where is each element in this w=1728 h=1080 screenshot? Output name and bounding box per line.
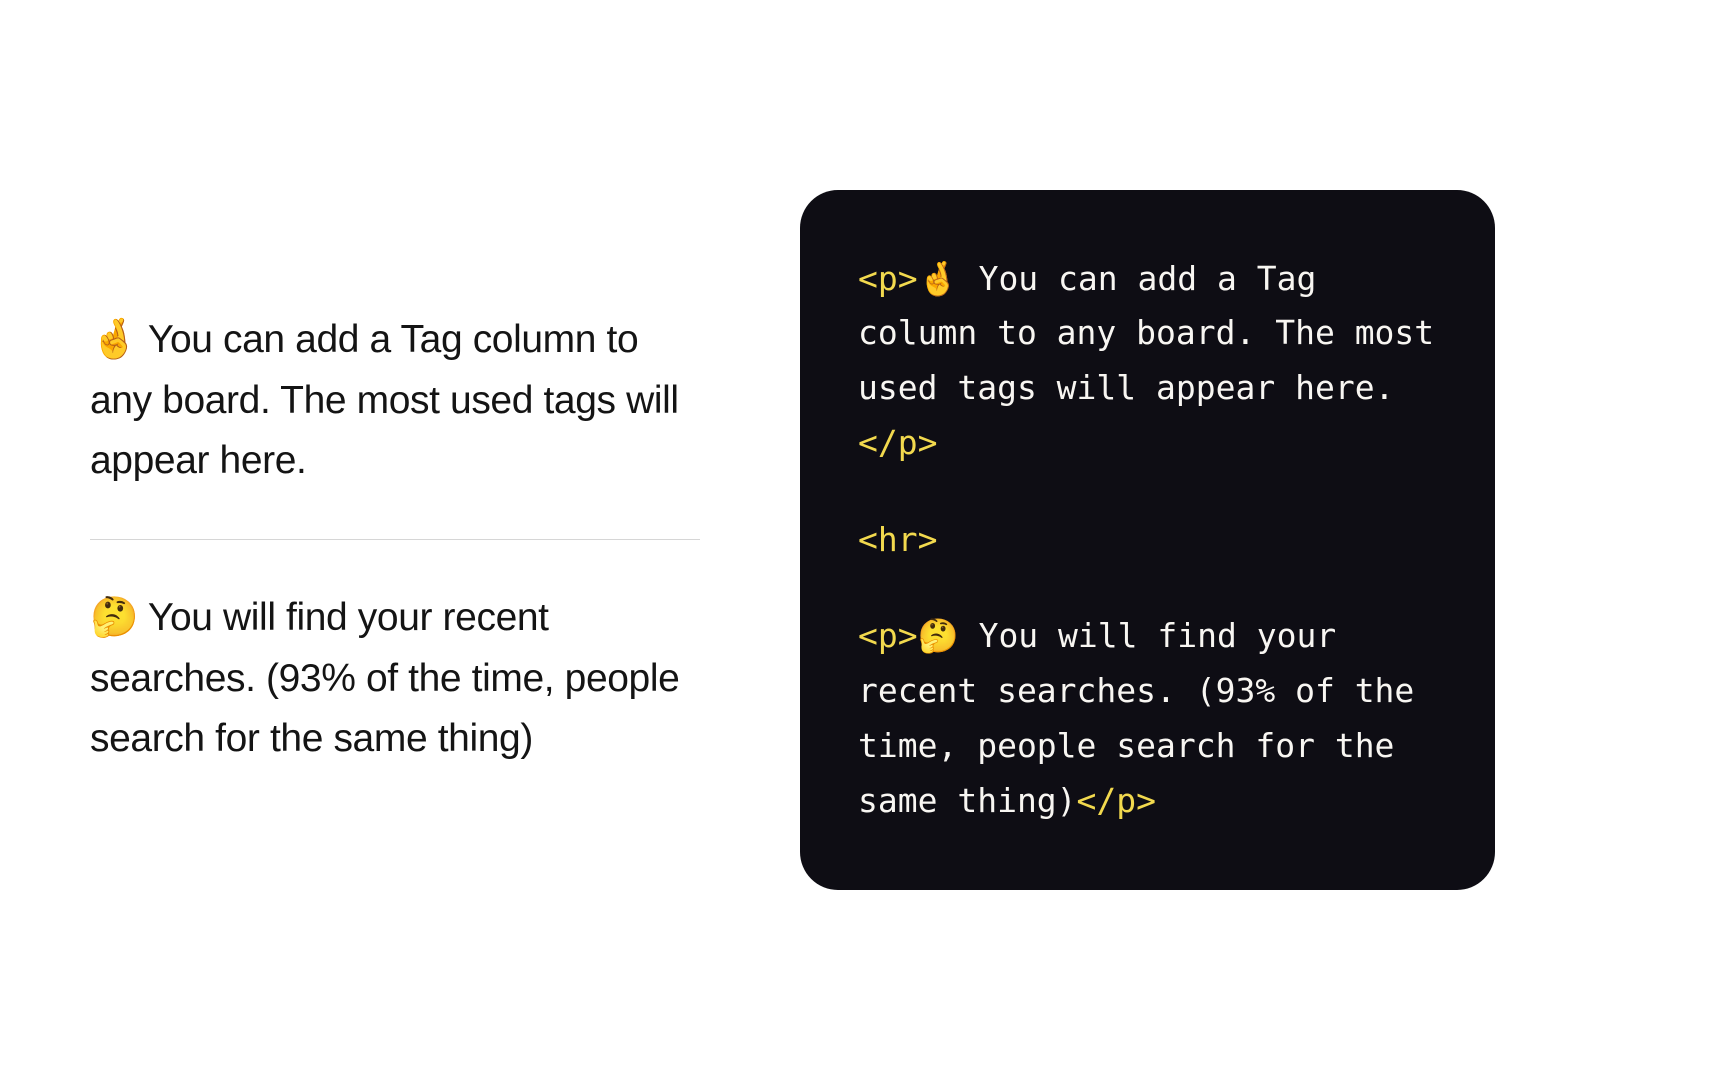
thinking-face-emoji: 🤔 <box>918 616 959 655</box>
open-p-tag-2: <p> <box>858 616 918 655</box>
code-paragraph-2: <p>🤔 You will find your recent searches.… <box>858 609 1437 828</box>
divider <box>90 539 700 540</box>
fingers-crossed-emoji: 🤞 <box>918 259 959 298</box>
code-snippet-panel: <p>🤞 You can add a Tag column to any boa… <box>800 190 1495 891</box>
close-p-tag: </p> <box>858 423 937 462</box>
rendered-paragraph-2: 🤔 You will find your recent searches. (9… <box>90 588 700 769</box>
rendered-paragraph-1: 🤞 You can add a Tag column to any board.… <box>90 310 700 491</box>
open-p-tag: <p> <box>858 259 918 298</box>
close-p-tag-2: </p> <box>1077 781 1156 820</box>
code-hr: <hr> <box>858 513 1437 568</box>
comparison-container: 🤞 You can add a Tag column to any board.… <box>0 190 1728 891</box>
hr-tag: <hr> <box>858 520 937 559</box>
rendered-output-panel: 🤞 You can add a Tag column to any board.… <box>90 310 700 770</box>
code-paragraph-1: <p>🤞 You can add a Tag column to any boa… <box>858 252 1437 471</box>
